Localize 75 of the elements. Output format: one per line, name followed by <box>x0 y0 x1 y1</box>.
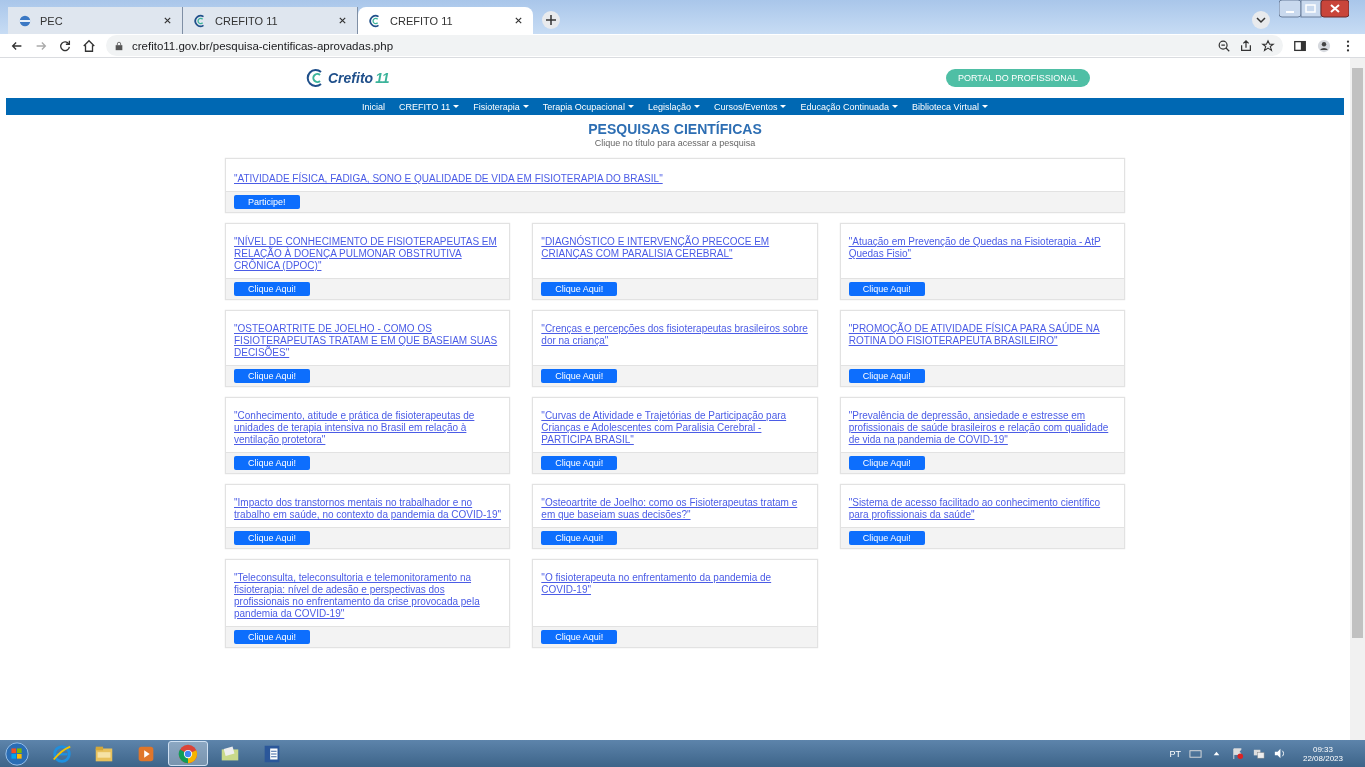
side-panel-icon[interactable] <box>1293 38 1307 53</box>
click-here-button[interactable]: Clique Aqui! <box>234 456 311 470</box>
star-icon[interactable] <box>1261 38 1275 53</box>
volume-icon[interactable] <box>1272 747 1286 760</box>
nav-link[interactable]: Fisioterapia <box>473 101 529 112</box>
date: 22/08/2023 <box>1302 753 1343 763</box>
logo[interactable]: Crefito11 <box>306 68 906 88</box>
research-link[interactable]: "ATIVIDADE FÍSICA, FADIGA, SONO E QUALIDADE DE VIDA EM FISIOTERAPIA DO BRASIL" <box>234 173 1116 185</box>
click-here-button[interactable]: Clique Aqui! <box>848 456 925 470</box>
network-icon[interactable] <box>1251 747 1265 760</box>
flag-icon[interactable] <box>1230 747 1244 760</box>
keyboard-icon[interactable] <box>1188 747 1202 760</box>
click-here-button[interactable]: Clique Aqui! <box>234 630 311 644</box>
profile-icon[interactable] <box>1317 38 1331 53</box>
close-icon[interactable] <box>338 16 347 25</box>
start-orb-icon[interactable] <box>4 740 30 767</box>
chevron-down-icon[interactable] <box>1251 10 1271 30</box>
research-link[interactable]: "Impacto dos transtornos mentais no trabalhador e no trabalho em saúde, no contexto da pandemia da COVID-19" <box>234 497 502 521</box>
research-link[interactable]: "Atuação em Prevenção de Quedas na Fisioterapia - AtP Quedas Fisio" <box>848 236 1116 260</box>
browser-tab[interactable]: CREFITO 11 <box>183 7 358 34</box>
click-here-button[interactable]: Clique Aqui! <box>234 369 311 383</box>
page-subtitle: Clique no título para acessar a pesquisa <box>594 138 756 148</box>
globe-icon <box>18 13 32 28</box>
scrollbar[interactable] <box>1350 58 1365 740</box>
research-link[interactable]: "Crenças e percepções dos fisioterapeutas brasileiros sobre dor na criança" <box>541 323 809 347</box>
share-icon[interactable] <box>1239 38 1253 53</box>
nav-link[interactable]: Terapia Ocupacional <box>542 101 634 112</box>
research-link[interactable]: "PROMOÇÃO DE ATIVIDADE FÍSICA PARA SAÚDE NA ROTINA DO FISIOTERAPEUTA BRASILEIRO" <box>848 323 1116 347</box>
click-here-button[interactable]: Clique Aqui! <box>541 630 618 644</box>
browser-e-icon <box>51 742 73 765</box>
research-link[interactable]: "Prevalência de depressão, ansiedade e estresse em profissionais de saúde brasileiros e relação com qualidade de vida na pandemia de COVID-19" <box>848 410 1116 446</box>
address-field[interactable]: crefito11.gov.br/pesquisa-cientificas-aprovadas.php <box>106 35 1283 56</box>
research-link[interactable]: "DIAGNÓSTICO E INTERVENÇÃO PRECOCE EM CRIANÇAS COM PARALISIA CEREBRAL" <box>541 236 809 260</box>
click-here-button[interactable]: Clique Aqui! <box>234 282 311 296</box>
taskbar-app[interactable] <box>168 741 208 766</box>
reload-icon[interactable] <box>58 38 72 53</box>
click-here-button[interactable]: Clique Aqui! <box>848 531 925 545</box>
click-here-button[interactable]: Clique Aqui! <box>541 456 618 470</box>
research-link[interactable]: "Sistema de acesso facilitado ao conhecimento científico para profissionais da saúde" <box>848 497 1116 521</box>
window-controls[interactable] <box>1279 0 1349 18</box>
nav-link[interactable]: CREFITO 11 <box>399 101 460 112</box>
click-here-button[interactable]: Clique Aqui! <box>541 369 618 383</box>
browser-tab[interactable]: CREFITO 11 <box>358 7 533 34</box>
logo-icon <box>368 13 382 28</box>
close-icon[interactable] <box>163 16 172 25</box>
browser-tab[interactable]: PEC <box>8 7 183 34</box>
research-link[interactable]: "OSTEOARTRITE DE JOELHO - COMO OS FISIOTERAPEUTAS TRATAM E EM QUE BASEIAM SUAS DECISÕES" <box>234 323 502 359</box>
logo-icon <box>193 13 207 28</box>
nav-link[interactable]: Cursos/Eventos <box>713 101 787 112</box>
nav-link[interactable]: Educação Continuada <box>800 101 899 112</box>
zoom-icon[interactable] <box>1217 38 1231 53</box>
lock-icon <box>114 40 124 51</box>
click-here-button[interactable]: Clique Aqui! <box>541 282 618 296</box>
research-link[interactable]: "Teleconsulta, teleconsultoria e telemonitoramento na fisioterapia: nível de adesão e perspectivas dos profissionais no enfrentamento da crise provocada pela pandemia da COVID-19" <box>234 572 502 620</box>
click-here-button[interactable]: Clique Aqui! <box>848 282 925 296</box>
clock[interactable]: 09:33 22/08/2023 <box>1302 744 1343 763</box>
research-link[interactable]: "Curvas de Atividade e Trajetórias de Participação para Crianças e Adolescentes com Paralisia Cerebral - PARTICIPA BRASIL" <box>541 410 809 446</box>
language-indicator[interactable]: PT <box>1169 748 1181 759</box>
participate-button[interactable]: Participe! <box>234 195 300 209</box>
research-link[interactable]: "NÍVEL DE CONHECIMENTO DE FISIOTERAPEUTAS EM RELAÇÃO À DOENÇA PULMONAR OBSTRUTIVA CRÔNICA (DPOC)" <box>234 236 502 272</box>
new-tab-icon[interactable] <box>541 10 561 30</box>
research-link[interactable]: "Conhecimento, atitude e prática de fisioterapeutas de unidades de terapia intensiva no Brasil em relação à ventilação protetora" <box>234 410 502 446</box>
home-icon[interactable] <box>82 38 96 53</box>
research-link[interactable]: "Osteoartrite de Joelho: como os Fisioterapeutas tratam e em que baseiam suas decisões?" <box>541 497 809 521</box>
click-here-button[interactable]: Clique Aqui! <box>234 531 311 545</box>
research-link[interactable]: "O fisioterapeuta no enfrentamento da pandemia de COVID-19" <box>541 572 809 596</box>
close-icon[interactable] <box>514 16 523 25</box>
click-here-button[interactable]: Clique Aqui! <box>541 531 618 545</box>
time: 09:33 <box>1312 744 1333 754</box>
click-here-button[interactable]: Clique Aqui! <box>848 369 925 383</box>
nav-link[interactable]: Biblioteca Virtual <box>912 101 988 112</box>
nav-link[interactable]: Inicial <box>362 101 386 112</box>
page-title: PESQUISAS CIENTÍFICAS <box>588 121 762 137</box>
browser-icon <box>177 742 199 765</box>
nav-link[interactable]: Legislação <box>647 101 700 112</box>
